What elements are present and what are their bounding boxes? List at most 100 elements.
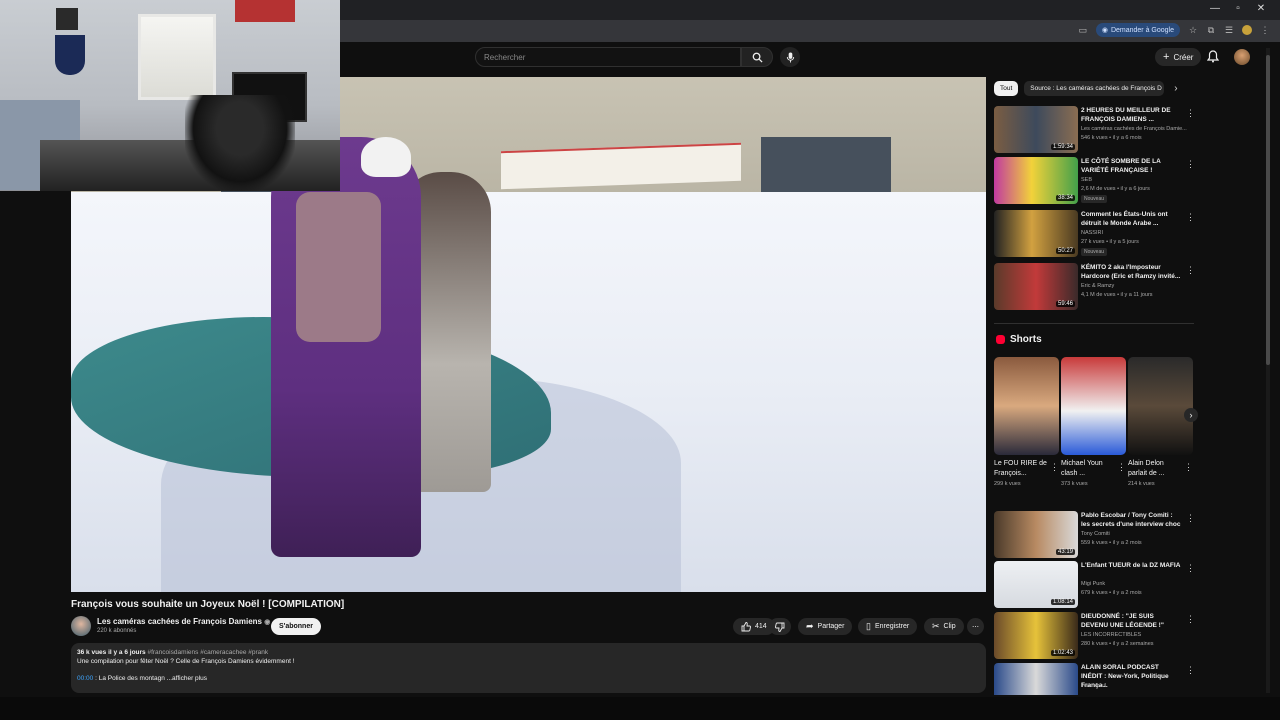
- microphone-icon: [786, 51, 794, 63]
- hashtags[interactable]: #francoisdamiens #cameracachee #prank: [147, 649, 268, 656]
- short-thumbnail[interactable]: [994, 357, 1059, 455]
- ask-google-button[interactable]: ◉ Demander à Google: [1095, 23, 1180, 37]
- browser-menu-icon[interactable]: ⋮: [1260, 25, 1270, 35]
- views-meta: 2,6 M de vues • il y a 6 jours: [1081, 186, 1150, 192]
- create-button[interactable]: + Créer: [1155, 48, 1202, 66]
- short-title[interactable]: Michael Youn clash ...: [1061, 459, 1115, 479]
- short-title[interactable]: Alain Delon parlait de ...: [1128, 459, 1182, 479]
- notifications-bell-icon[interactable]: [1207, 50, 1219, 63]
- more-actions-button[interactable]: ⋯: [967, 618, 984, 635]
- webcam-red-poster: [235, 0, 295, 22]
- short-item[interactable]: Le FOU RIRE de François... 299 k vues ⋮: [994, 357, 1059, 487]
- browser-profile-avatar[interactable]: [1242, 25, 1252, 35]
- more-vert-icon[interactable]: ⋮: [1186, 212, 1195, 223]
- channel-name-text[interactable]: LES INCORRECTIBLES: [1081, 632, 1141, 638]
- video-thumbnail[interactable]: 1:08:14: [994, 561, 1078, 608]
- recommended-video[interactable]: ALAIN SORAL PODCAST INÉDIT : New-York, P…: [994, 663, 1194, 695]
- account-avatar[interactable]: [1234, 49, 1250, 65]
- more-vert-icon[interactable]: ⋮: [1186, 108, 1195, 119]
- minimize-icon[interactable]: —: [1207, 3, 1223, 14]
- scissors-icon: ✂: [932, 621, 940, 631]
- video-title-text[interactable]: LE CÔTÉ SOMBRE DE LA VARIÉTÉ FRANÇAISE !: [1081, 157, 1181, 175]
- webcam-poster: [56, 8, 78, 30]
- more-vert-icon[interactable]: ⋮: [1186, 563, 1195, 574]
- chevron-right-icon[interactable]: ›: [1174, 83, 1177, 94]
- channel-name-text[interactable]: NASSIRI: [1081, 230, 1103, 236]
- channel-name[interactable]: Les caméras cachées de François Damiens …: [97, 617, 270, 626]
- share-label: Partager: [817, 623, 845, 630]
- search-input[interactable]: Rechercher: [475, 47, 741, 67]
- timestamp-link[interactable]: 00:00: [77, 675, 93, 682]
- video-title-text[interactable]: KÉMITO 2 aka l'Imposteur Hardcore (Eric …: [1081, 263, 1181, 281]
- dislike-button[interactable]: [769, 618, 791, 635]
- video-title-text[interactable]: 2 HEURES DU MEILLEUR DE FRANÇOIS DAMIENS…: [1081, 106, 1181, 124]
- cast-icon[interactable]: ▭: [1078, 25, 1088, 35]
- video-thumbnail[interactable]: [994, 663, 1078, 695]
- more-vert-icon[interactable]: ⋮: [1184, 462, 1193, 473]
- short-thumbnail[interactable]: [1128, 357, 1193, 455]
- channel-name-text[interactable]: TeamAssil: [1081, 683, 1106, 689]
- recommended-video[interactable]: 43:19 Pablo Escobar / Tony Comiti : les …: [994, 511, 1195, 559]
- channel-name-text[interactable]: Tony Comiti: [1081, 531, 1110, 537]
- duration-badge: 1:02:43: [1050, 650, 1075, 656]
- recommended-video[interactable]: 1:59:34 2 HEURES DU MEILLEUR DE FRANÇOIS…: [994, 106, 1195, 154]
- video-thumbnail[interactable]: 38:34: [994, 157, 1078, 204]
- channel-name-text[interactable]: SEB: [1081, 177, 1092, 183]
- close-icon[interactable]: ✕: [1253, 3, 1269, 14]
- short-title[interactable]: Le FOU RIRE de François...: [994, 459, 1048, 479]
- more-vert-icon[interactable]: ⋮: [1186, 265, 1195, 276]
- webcam-streamer: [185, 95, 295, 191]
- duration-badge: 38:34: [1055, 195, 1075, 201]
- more-vert-icon[interactable]: ⋮: [1186, 513, 1195, 524]
- more-vert-icon[interactable]: ⋮: [1186, 665, 1194, 676]
- save-button[interactable]: ▯ Enregistrer: [858, 618, 918, 635]
- more-vert-icon[interactable]: ⋮: [1050, 462, 1059, 473]
- channel-name-text[interactable]: Les caméras cachées de François Damie...: [1081, 126, 1187, 132]
- channel-name-text[interactable]: Les caméras cachées de François Damiens: [97, 617, 262, 626]
- video-scene-backpack: [296, 192, 381, 342]
- share-button[interactable]: ➦ Partager: [798, 618, 853, 635]
- show-more-link[interactable]: ...afficher plus: [167, 675, 207, 682]
- channel-avatar[interactable]: [71, 616, 91, 636]
- subscribe-button[interactable]: S'abonner: [271, 618, 321, 635]
- recommended-video[interactable]: 38:34 LE CÔTÉ SOMBRE DE LA VARIÉTÉ FRANÇ…: [994, 157, 1195, 205]
- video-thumbnail[interactable]: 50:27: [994, 210, 1078, 257]
- channel-name-text[interactable]: Eric & Ramzy: [1081, 283, 1114, 289]
- short-item[interactable]: Michael Youn clash ... 373 k vues ⋮: [1061, 357, 1126, 487]
- scrollbar-thumb[interactable]: [1266, 55, 1270, 365]
- short-thumbnail[interactable]: [1061, 357, 1126, 455]
- search-button[interactable]: [741, 47, 773, 67]
- clip-button[interactable]: ✂ Clip: [924, 618, 964, 635]
- webcam-flag: [55, 35, 85, 75]
- short-views: 373 k vues: [1061, 481, 1088, 487]
- recommended-video[interactable]: 1:02:43 DIEUDONNÉ : "JE SUIS DEVENU UNE …: [994, 612, 1195, 660]
- video-title-text[interactable]: L'Enfant TUEUR de la DZ MAFIA: [1081, 561, 1181, 570]
- video-title-text[interactable]: Pablo Escobar / Tony Comiti : les secret…: [1081, 511, 1181, 529]
- video-title-text[interactable]: DIEUDONNÉ : "JE SUIS DEVENU UNE LÉGENDE …: [1081, 612, 1181, 630]
- short-item[interactable]: Alain Delon parlait de ... 214 k vues ⋮: [1128, 357, 1193, 487]
- video-thumbnail[interactable]: 43:19: [994, 511, 1078, 558]
- more-vert-icon[interactable]: ⋮: [1186, 614, 1195, 625]
- recommended-video[interactable]: 59:46 KÉMITO 2 aka l'Imposteur Hardcore …: [994, 263, 1195, 311]
- chip-source[interactable]: Source : Les caméras cachées de François…: [1024, 81, 1165, 96]
- chip-all[interactable]: Tout: [994, 81, 1019, 96]
- tab-search-icon[interactable]: ☰: [1224, 25, 1234, 35]
- more-vert-icon[interactable]: ⋮: [1117, 462, 1126, 473]
- video-title-text[interactable]: Comment les États-Unis ont détruit le Mo…: [1081, 210, 1181, 228]
- recommended-video[interactable]: 1:08:14 L'Enfant TUEUR de la DZ MAFIA Mi…: [994, 561, 1195, 609]
- voice-search-button[interactable]: [780, 47, 800, 67]
- extensions-icon[interactable]: ⧉: [1206, 25, 1216, 35]
- more-vert-icon[interactable]: ⋮: [1186, 159, 1195, 170]
- save-label: Enregistrer: [874, 623, 910, 630]
- channel-name-text[interactable]: Migi Punk: [1081, 581, 1105, 587]
- recommended-video[interactable]: 50:27 Comment les États-Unis ont détruit…: [994, 210, 1195, 258]
- description-line: Une compilation pour fêter Noël ? Celle …: [77, 658, 295, 665]
- video-thumbnail[interactable]: 59:46: [994, 263, 1078, 310]
- bookmark-star-icon[interactable]: ☆: [1188, 25, 1198, 35]
- shorts-icon: [996, 335, 1005, 344]
- video-thumbnail[interactable]: 1:59:34: [994, 106, 1078, 153]
- video-thumbnail[interactable]: 1:02:43: [994, 612, 1078, 659]
- description-box[interactable]: 36 k vues il y a 6 jours #francoisdamien…: [71, 643, 986, 693]
- maximize-icon[interactable]: ▫: [1230, 3, 1246, 14]
- shorts-next-button[interactable]: ›: [1184, 408, 1198, 422]
